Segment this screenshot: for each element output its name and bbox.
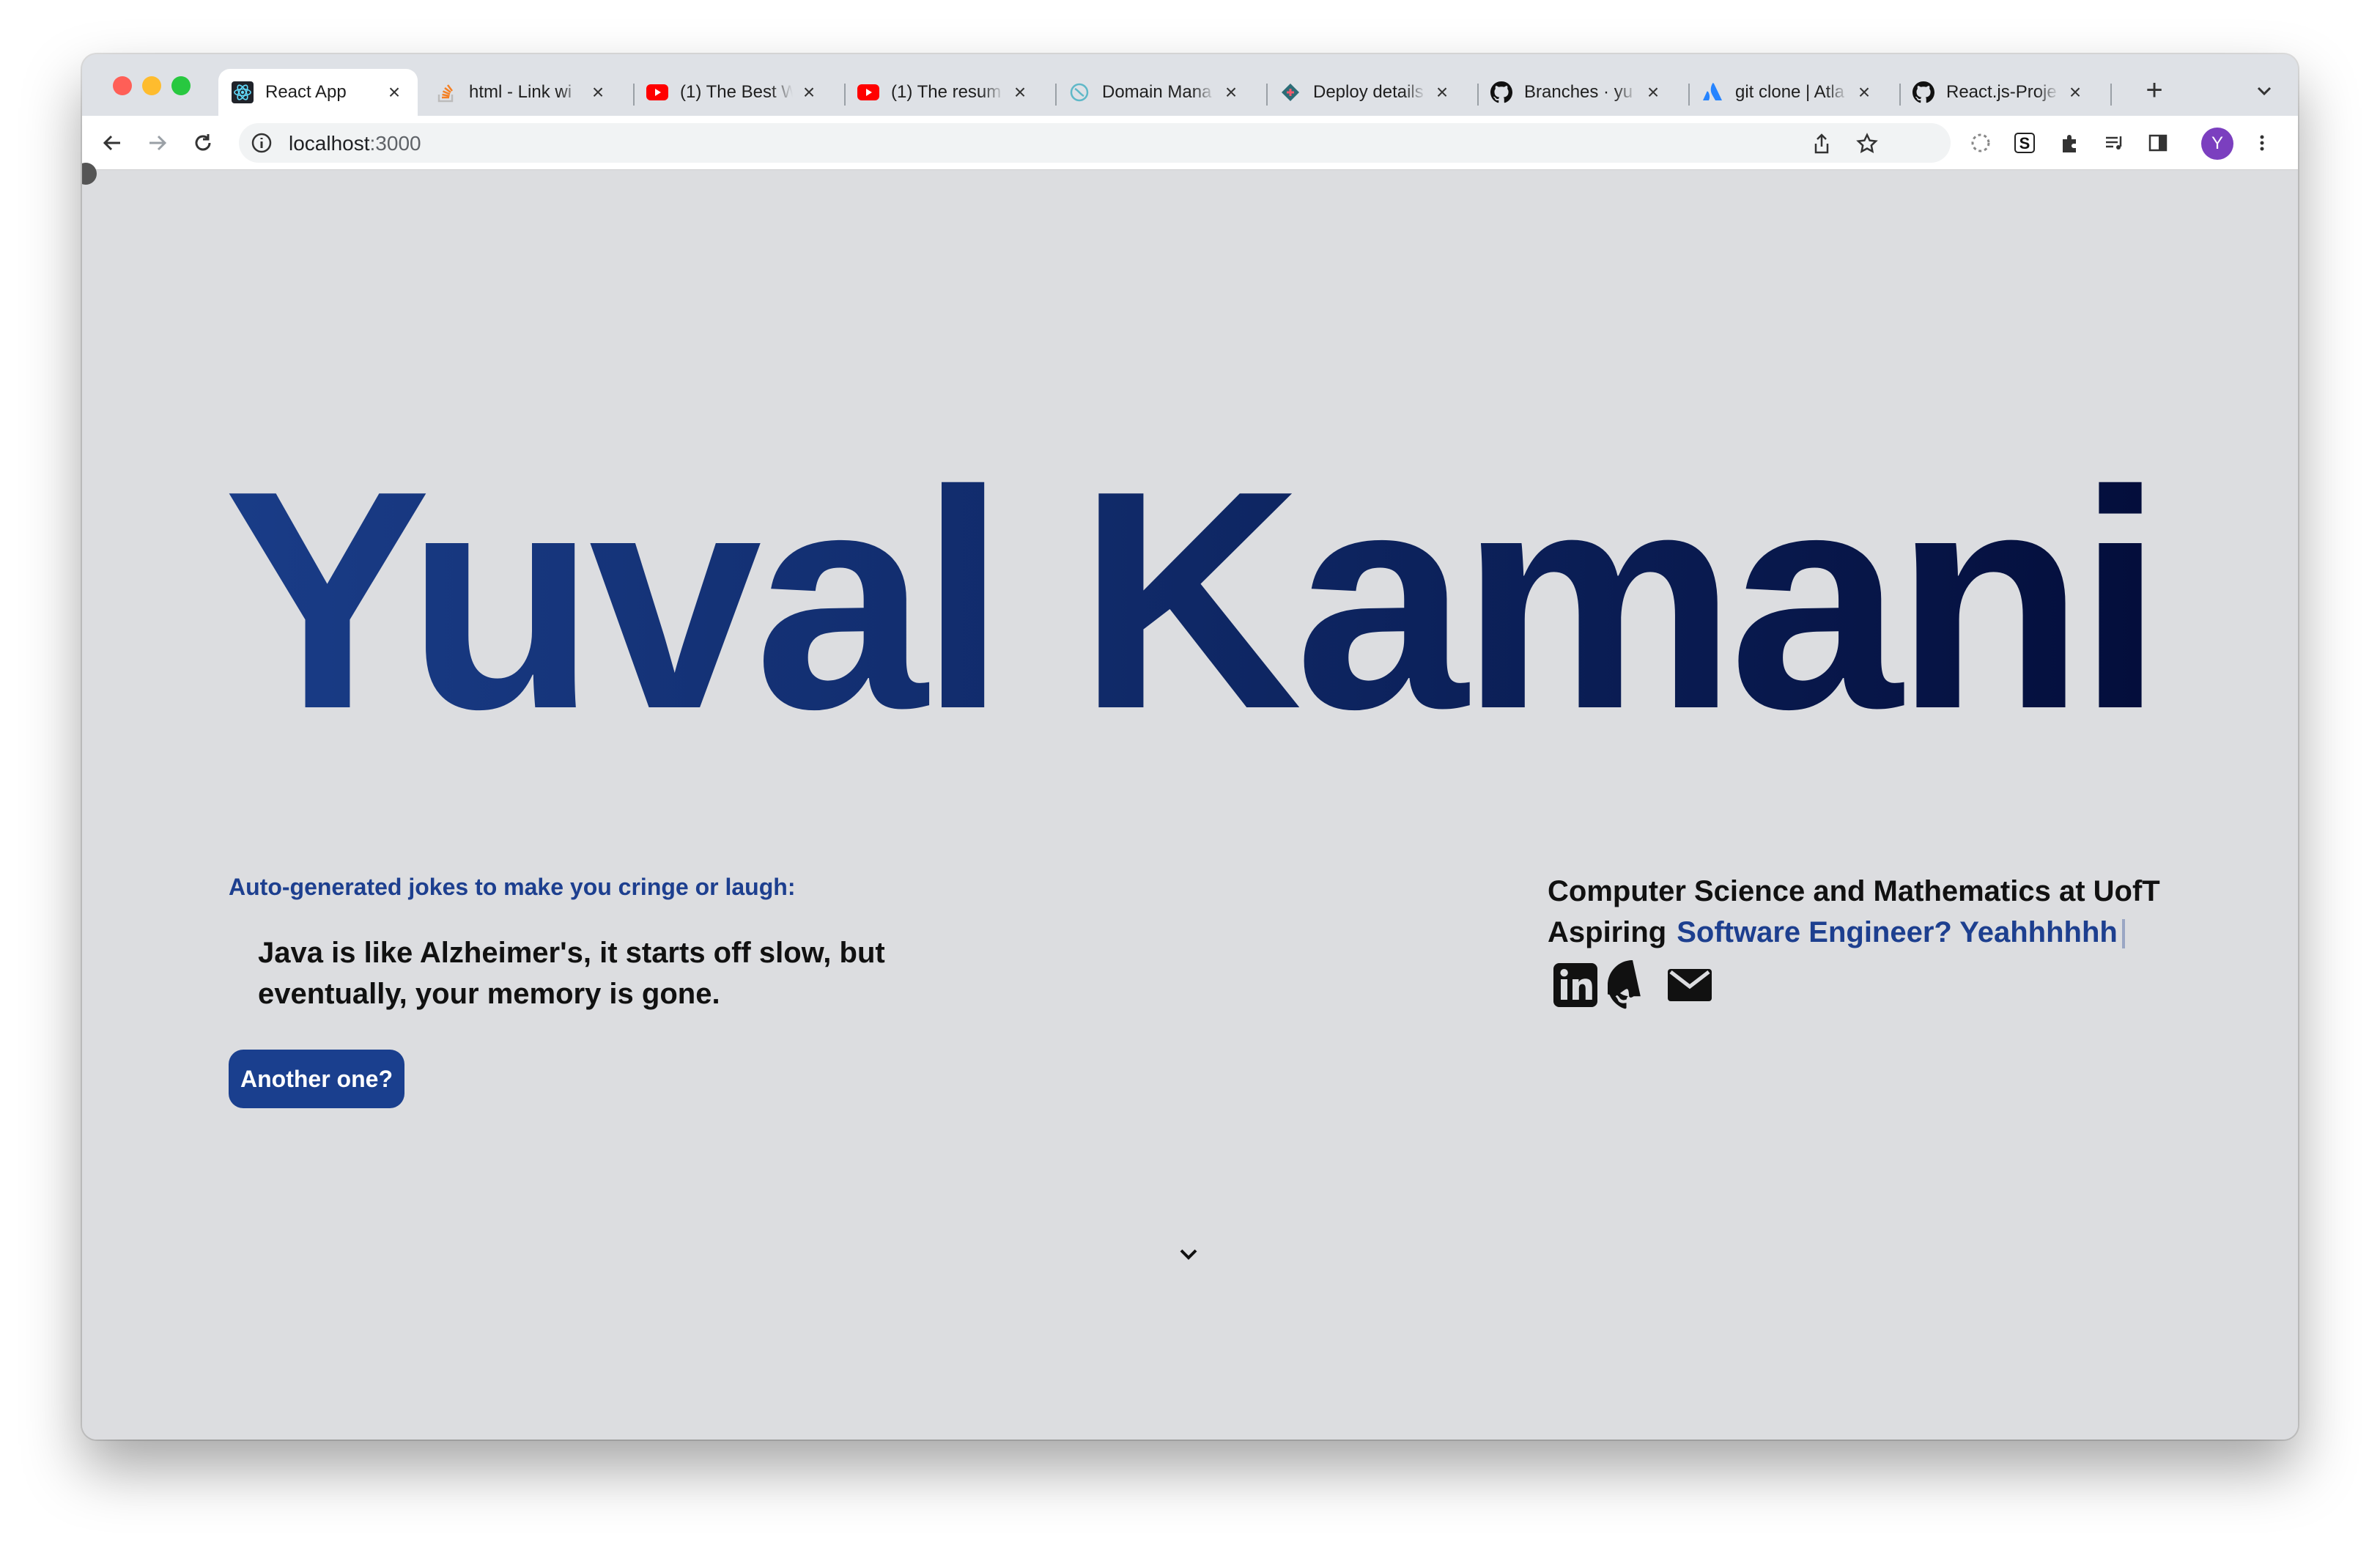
tab-label: (1) The Best W bbox=[680, 82, 793, 102]
tab-label: (1) The resum bbox=[891, 82, 1002, 102]
share-icon[interactable] bbox=[1810, 132, 1833, 155]
chevron-down-icon bbox=[2257, 86, 2272, 96]
tab-github-branches[interactable]: Branches · yu × bbox=[1477, 69, 1677, 116]
close-icon[interactable]: × bbox=[384, 81, 404, 103]
tab-youtube-best[interactable]: (1) The Best W × bbox=[633, 69, 832, 116]
close-icon[interactable]: × bbox=[1432, 81, 1452, 103]
side-panel-icon bbox=[2148, 134, 2168, 152]
s-extension-icon: S bbox=[2014, 133, 2035, 153]
close-icon[interactable]: × bbox=[1221, 81, 1241, 103]
github-icon bbox=[1490, 81, 1512, 103]
joke-text: Java is like Alzheimer's, it starts off … bbox=[258, 937, 885, 1010]
close-icon[interactable]: × bbox=[799, 81, 819, 103]
back-button[interactable] bbox=[98, 129, 126, 157]
tab-reactjs-project[interactable]: React.js-Proje × bbox=[1899, 69, 2099, 116]
extension-s-button[interactable]: S bbox=[2011, 129, 2039, 157]
aspiring-text: Aspiring Software Engineer? Yeahhhhhh bbox=[1548, 916, 2125, 949]
info-icon[interactable] bbox=[251, 132, 273, 154]
url-port: :3000 bbox=[369, 132, 421, 155]
email-icon[interactable] bbox=[1665, 960, 1715, 1010]
more-vertical-icon bbox=[2260, 135, 2264, 151]
url-host: localhost bbox=[289, 132, 370, 155]
reload-button[interactable] bbox=[189, 129, 217, 157]
close-icon[interactable]: × bbox=[1010, 81, 1030, 103]
extension-loading-button[interactable] bbox=[1967, 129, 1995, 157]
linkedin-icon[interactable] bbox=[1551, 960, 1600, 1010]
address-bar[interactable]: localhost:3000 bbox=[239, 123, 1951, 163]
jokes-heading: Auto-generated jokes to make you cringe … bbox=[229, 874, 796, 900]
tab-separator bbox=[2110, 84, 2112, 106]
url-text[interactable]: localhost:3000 bbox=[289, 132, 421, 155]
react-icon bbox=[232, 81, 254, 103]
bookmark-star-icon[interactable] bbox=[1855, 132, 1879, 155]
tab-label: git clone | Atla bbox=[1735, 82, 1844, 102]
arrow-right-icon bbox=[149, 135, 167, 151]
aspiring-prefix: Aspiring bbox=[1548, 916, 1667, 948]
github-icon[interactable] bbox=[1608, 960, 1658, 1010]
typing-caret bbox=[2121, 919, 2125, 949]
hero-name: Yuval Kamani bbox=[82, 444, 2298, 755]
another-joke-button[interactable]: Another one? bbox=[229, 1050, 404, 1108]
spinner-icon bbox=[1971, 133, 1990, 152]
browser-window: React App × html - Link wi × (1) The Bes… bbox=[82, 54, 2298, 1440]
reload-icon bbox=[195, 134, 211, 151]
domain-icon bbox=[1068, 81, 1090, 103]
youtube-icon bbox=[857, 81, 879, 103]
profile-avatar[interactable]: Y bbox=[2201, 128, 2233, 160]
close-icon[interactable]: × bbox=[1643, 81, 1663, 103]
arrow-left-icon bbox=[103, 135, 120, 151]
tab-label: Domain Mana bbox=[1102, 82, 1212, 102]
tab-deploy-details[interactable]: Deploy details × bbox=[1266, 69, 1466, 116]
svg-text:S: S bbox=[2019, 134, 2030, 152]
maximize-window-button[interactable] bbox=[171, 76, 191, 95]
tab-youtube-resume[interactable]: (1) The resum × bbox=[844, 69, 1043, 116]
tab-html-link[interactable]: html - Link wi × bbox=[422, 69, 621, 116]
page-content: Yuval Kamani Auto-generated jokes to mak… bbox=[82, 163, 2298, 1440]
new-tab-button[interactable]: + bbox=[2140, 75, 2169, 106]
github-icon bbox=[1912, 81, 1934, 103]
close-icon[interactable]: × bbox=[2065, 81, 2085, 103]
youtube-icon bbox=[646, 81, 668, 103]
tab-label: React App bbox=[265, 82, 347, 102]
tab-domain-management[interactable]: Domain Mana × bbox=[1055, 69, 1254, 116]
tab-react-app[interactable]: React App × bbox=[218, 69, 418, 116]
extensions-button[interactable] bbox=[2056, 129, 2084, 157]
tab-label: React.js-Proje bbox=[1946, 82, 2057, 102]
forward-button[interactable] bbox=[144, 129, 171, 157]
scroll-down-chevron-icon[interactable] bbox=[1175, 1246, 1202, 1264]
netlify-icon bbox=[1279, 81, 1301, 103]
minimize-window-button[interactable] bbox=[142, 76, 161, 95]
media-control-button[interactable] bbox=[2100, 129, 2128, 157]
stackoverflow-icon bbox=[435, 81, 457, 103]
side-panel-button[interactable] bbox=[2144, 129, 2172, 157]
tab-label: Branches · yu bbox=[1524, 82, 1633, 102]
tab-label: html - Link wi bbox=[469, 82, 572, 102]
close-icon[interactable]: × bbox=[588, 81, 608, 103]
close-window-button[interactable] bbox=[113, 76, 132, 95]
tab-strip: React App × html - Link wi × (1) The Bes… bbox=[82, 54, 2298, 116]
tab-git-clone[interactable]: git clone | Atla × bbox=[1688, 69, 1888, 116]
browser-menu-button[interactable] bbox=[2248, 129, 2276, 157]
browser-toolbar: localhost:3000 S Y bbox=[82, 116, 2298, 170]
close-icon[interactable]: × bbox=[1854, 81, 1874, 103]
education-text: Computer Science and Mathematics at UofT bbox=[1548, 875, 2160, 907]
tab-label: Deploy details bbox=[1313, 82, 1424, 102]
tab-search-button[interactable] bbox=[2251, 78, 2277, 104]
playlist-icon bbox=[2106, 136, 2122, 150]
atlassian-icon bbox=[1701, 81, 1723, 103]
typed-role-text: Software Engineer? Yeahhhhhh bbox=[1677, 916, 2118, 948]
puzzle-icon bbox=[2063, 135, 2076, 152]
